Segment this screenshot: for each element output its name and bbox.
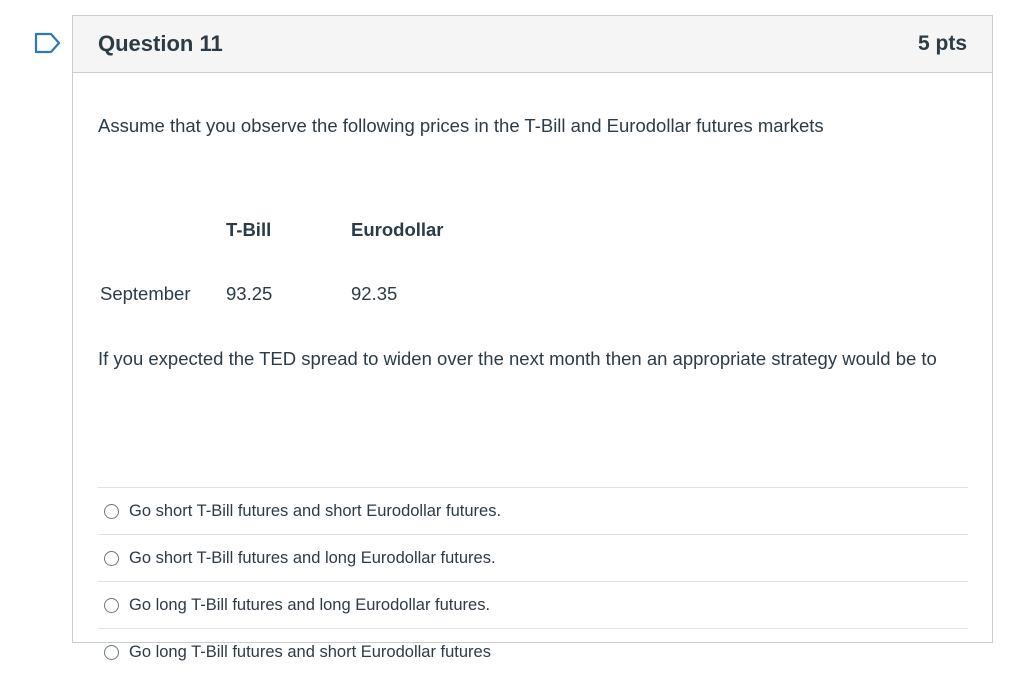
- radio-unchecked-icon[interactable]: [104, 597, 119, 613]
- question-title: Question 11: [98, 31, 223, 56]
- answer-label: Go short T-Bill futures and short Eurodo…: [129, 501, 502, 520]
- question-card: Question 11 5 pts Assume that you observ…: [72, 15, 993, 661]
- answer-label: Go long T-Bill futures and long Eurodoll…: [129, 595, 491, 614]
- table-cell-tbill: 93.25: [226, 283, 273, 304]
- answer-list: Go short T-Bill futures and short Eurodo…: [98, 487, 968, 675]
- question-followup: If you expected the TED spread to widen …: [98, 348, 937, 369]
- radio-unchecked-icon[interactable]: [104, 644, 119, 660]
- answer-option[interactable]: Go long T-Bill futures and long Eurodoll…: [98, 581, 968, 628]
- radio-unchecked-icon[interactable]: [104, 503, 119, 519]
- table-header-tbill: T-Bill: [226, 219, 272, 240]
- answer-label: Go long T-Bill futures and short Eurodol…: [129, 642, 491, 661]
- answer-option[interactable]: Go short T-Bill futures and long Eurodol…: [98, 534, 968, 581]
- question-points: 5 pts: [917, 32, 967, 55]
- question-prompt: Assume that you observe the following pr…: [98, 115, 824, 136]
- table-header-eurodollar: Eurodollar: [351, 219, 444, 240]
- question-header: Question 11 5 pts: [73, 16, 992, 73]
- answer-label: Go short T-Bill futures and long Eurodol…: [129, 548, 496, 567]
- flag-question-icon[interactable]: [34, 32, 62, 54]
- radio-unchecked-icon[interactable]: [104, 550, 119, 566]
- table-cell-eurodollar: 92.35: [351, 283, 398, 304]
- answer-option[interactable]: Go short T-Bill futures and short Eurodo…: [98, 487, 968, 534]
- answer-option[interactable]: Go long T-Bill futures and short Eurodol…: [98, 628, 968, 675]
- table-row-label: September: [100, 283, 191, 304]
